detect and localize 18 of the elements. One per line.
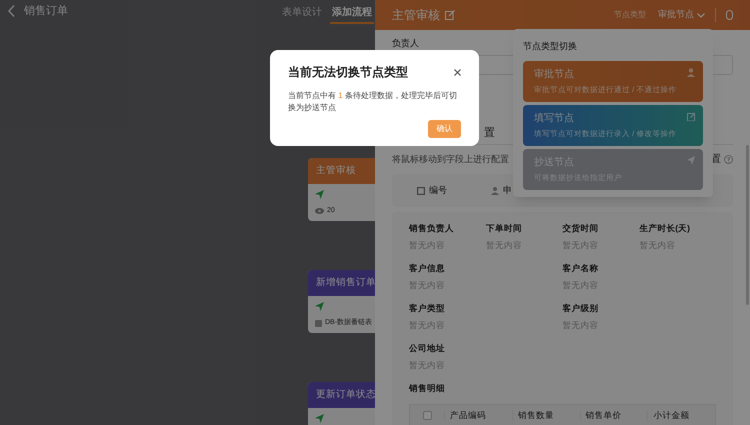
field-label: 下单时间: [486, 223, 523, 234]
dialog-title: 当前无法切换节点类型: [288, 64, 408, 81]
type-label: 节点类型: [614, 9, 646, 21]
field-label: 客户名称: [562, 263, 600, 274]
field-label: 销售负责人: [409, 223, 455, 234]
column-header: 小计金额: [647, 410, 715, 420]
menu-title: 节点类型切换: [523, 40, 578, 53]
field-label: 负责人: [392, 38, 419, 49]
field-label: 交货时间: [562, 223, 600, 234]
column-header: 产品编码: [444, 410, 512, 420]
column-header: 销售数量: [512, 410, 580, 420]
panel-title: 主管审核: [392, 7, 440, 24]
field-label: 公司地址: [409, 343, 446, 354]
page-title: 销售订单: [24, 4, 68, 19]
column-header: 销售单价: [580, 410, 648, 420]
field-label: 客户级别: [562, 303, 600, 314]
field-label: 生产时长(天): [639, 223, 691, 234]
dialog-message: 当前节点中有 1 条待处理数据，处理完毕后可切换为抄送节点: [288, 90, 458, 114]
